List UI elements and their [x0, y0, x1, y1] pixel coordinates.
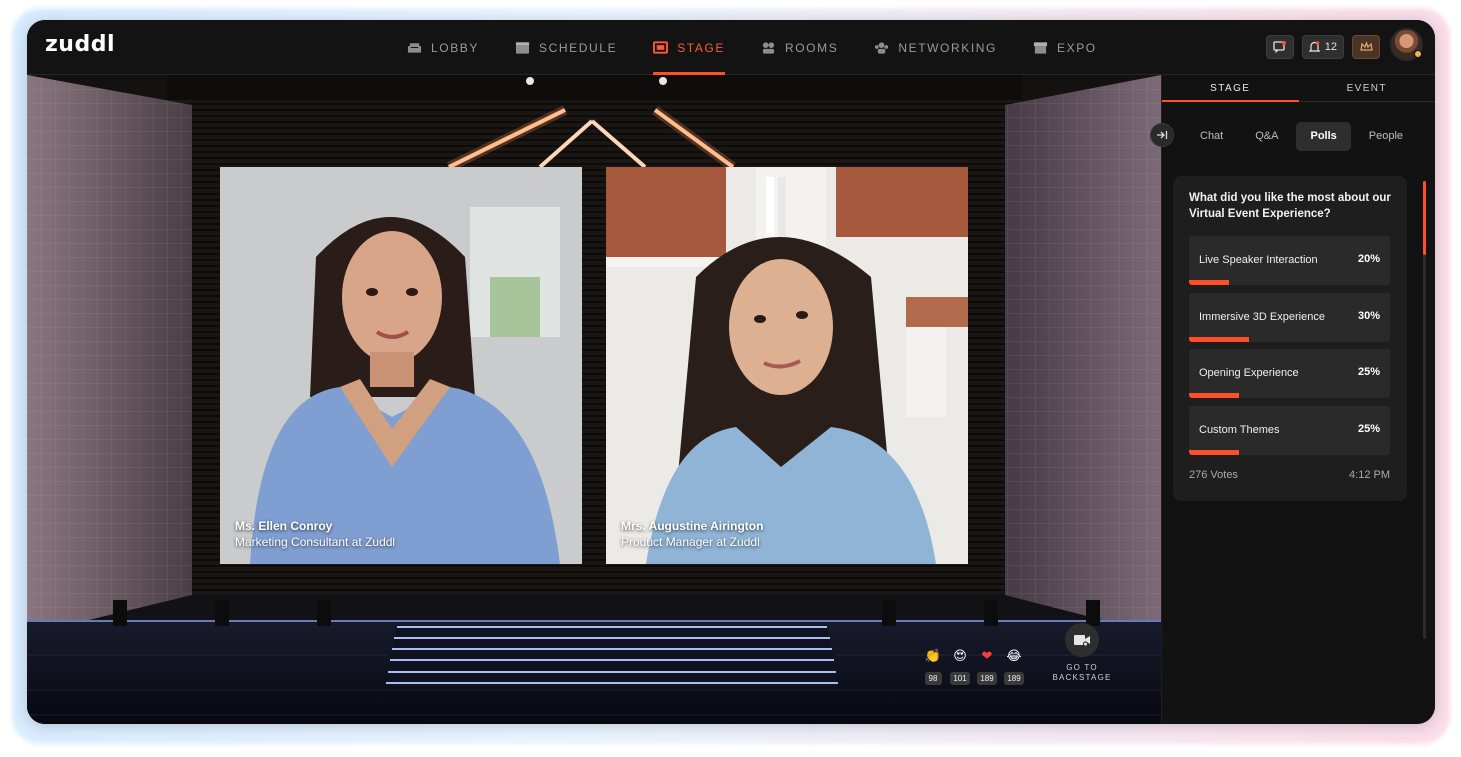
- panel-subtabs: Chat Q&A Polls People: [1186, 122, 1417, 151]
- reaction-count: 189: [1004, 672, 1024, 685]
- poll-option-percent: 25%: [1357, 423, 1380, 435]
- crown-icon: [1359, 41, 1373, 51]
- virtual-stage-backdrop: [27, 75, 1161, 724]
- tab-event[interactable]: EVENT: [1299, 75, 1436, 101]
- stage-icon: [653, 41, 669, 54]
- backstage-label-line1: GO TO: [1066, 663, 1098, 672]
- top-right-actions: 12: [1265, 28, 1423, 61]
- poll-vote-count: 276 Votes: [1189, 469, 1238, 481]
- subtab-qa[interactable]: Q&A: [1241, 122, 1292, 151]
- subtab-chat[interactable]: Chat: [1186, 122, 1237, 151]
- nav-stage-label: STAGE: [677, 40, 725, 55]
- panel-tabs: STAGE EVENT: [1162, 75, 1435, 102]
- poll-option-label: Opening Experience: [1199, 367, 1299, 379]
- heart-eyes-icon: 😍: [953, 649, 967, 664]
- poll-option-percent: 20%: [1357, 253, 1380, 265]
- speaker-caption-2: Mrs. Augustine Airington Product Manager…: [621, 518, 763, 550]
- side-panel: STAGE EVENT Chat Q&A Polls People What d…: [1150, 75, 1435, 724]
- nav-lobby[interactable]: LOBBY: [389, 20, 497, 75]
- poll-option[interactable]: Immersive 3D Experience 30%: [1189, 293, 1390, 342]
- speaker-video-1[interactable]: Ms. Ellen Conroy Marketing Consultant at…: [220, 167, 582, 564]
- app-window: zuddl LOBBY SCHEDULE STAGE ROOMS NETWORK…: [27, 20, 1435, 724]
- backstage-label-line2: BACKSTAGE: [1052, 673, 1112, 682]
- nav-rooms[interactable]: ROOMS: [743, 20, 856, 75]
- panel-scrollbar-thumb[interactable]: [1423, 181, 1426, 255]
- poll-question: What did you like the most about our Vir…: [1189, 192, 1391, 220]
- reaction-laughing[interactable]: 😂 189: [1004, 649, 1024, 685]
- speaker-portrait-1: [220, 167, 582, 564]
- collapse-panel-button[interactable]: [1150, 123, 1174, 147]
- status-dot: [1414, 50, 1422, 58]
- notifications-button[interactable]: 12: [1301, 34, 1344, 59]
- reaction-heart[interactable]: ❤ 189: [977, 649, 997, 685]
- subtab-polls[interactable]: Polls: [1296, 122, 1351, 151]
- speaker-title-2: Product Manager at Zuddl: [621, 535, 760, 549]
- zuddl-logo[interactable]: zuddl: [45, 32, 115, 57]
- reaction-count: 98: [924, 672, 942, 685]
- poll-option-bar: [1189, 393, 1240, 398]
- poll-option-label: Custom Themes: [1199, 424, 1280, 436]
- poll-option[interactable]: Opening Experience 25%: [1189, 349, 1390, 398]
- speaker-caption-1: Ms. Ellen Conroy Marketing Consultant at…: [235, 518, 395, 550]
- bell-icon: [1308, 40, 1320, 52]
- nav-expo[interactable]: EXPO: [1015, 20, 1115, 75]
- sofa-icon: [407, 43, 422, 53]
- speaker-title-1: Marketing Consultant at Zuddl: [235, 535, 396, 549]
- nav-rooms-label: ROOMS: [784, 40, 839, 55]
- laughing-icon: 😂: [1006, 649, 1022, 664]
- message-alert-icon: [1273, 40, 1287, 53]
- nav-expo-label: EXPO: [1057, 40, 1097, 55]
- leaderboard-button[interactable]: [1352, 34, 1380, 59]
- subtab-people[interactable]: People: [1355, 122, 1417, 151]
- panel-scrollbar[interactable]: [1423, 181, 1426, 639]
- backstage-camera-icon: [1065, 623, 1099, 657]
- user-avatar[interactable]: [1390, 28, 1423, 61]
- reaction-count: 101: [950, 672, 970, 685]
- reaction-count: 189: [977, 672, 997, 685]
- notifications-count: 12: [1324, 40, 1337, 53]
- nav-stage[interactable]: STAGE: [635, 20, 743, 75]
- main-nav: LOBBY SCHEDULE STAGE ROOMS NETWORKING EX…: [389, 20, 1115, 75]
- nav-lobby-label: LOBBY: [431, 40, 480, 55]
- speaker-name-1: Ms. Ellen Conroy: [235, 519, 333, 533]
- poll-option-bar: [1189, 280, 1230, 285]
- poll-option-bar: [1189, 337, 1250, 342]
- stage-area: Ms. Ellen Conroy Marketing Consultant at…: [27, 75, 1161, 724]
- collapse-arrow-icon: [1157, 131, 1168, 139]
- networking-icon: [875, 42, 889, 54]
- speaker-name-2: Mrs. Augustine Airington: [621, 519, 764, 533]
- go-to-backstage-button[interactable]: GO TO BACKSTAGE: [1048, 623, 1116, 683]
- nav-schedule-label: SCHEDULE: [539, 40, 618, 55]
- top-bar: zuddl LOBBY SCHEDULE STAGE ROOMS NETWORK…: [27, 20, 1435, 75]
- poll-card: What did you like the most about our Vir…: [1173, 176, 1407, 501]
- poll-option-label: Live Speaker Interaction: [1199, 254, 1318, 266]
- poll-option-percent: 30%: [1357, 310, 1380, 322]
- booth-icon: [1033, 42, 1048, 54]
- poll-option-percent: 25%: [1357, 366, 1380, 378]
- rooms-icon: [762, 42, 775, 54]
- poll-option-bar: [1189, 450, 1240, 455]
- heart-icon: ❤: [981, 649, 993, 664]
- speaker-video-2[interactable]: Mrs. Augustine Airington Product Manager…: [606, 167, 968, 564]
- nav-networking-label: NETWORKING: [898, 40, 997, 55]
- poll-option[interactable]: Live Speaker Interaction 20%: [1189, 236, 1390, 285]
- reaction-heart-eyes[interactable]: 😍 101: [950, 649, 970, 685]
- reaction-clap[interactable]: 👏 98: [924, 650, 942, 685]
- calendar-icon: [515, 42, 530, 54]
- poll-option[interactable]: Custom Themes 25%: [1189, 406, 1390, 455]
- nav-networking[interactable]: NETWORKING: [856, 20, 1015, 75]
- reactions-bar: 👏 98 😍 101 ❤ 189 😂 189: [924, 649, 1024, 685]
- tab-stage[interactable]: STAGE: [1162, 75, 1299, 102]
- poll-option-label: Immersive 3D Experience: [1199, 311, 1325, 323]
- speaker-portrait-2: [606, 167, 968, 564]
- clap-icon: 👏: [924, 649, 942, 664]
- nav-schedule[interactable]: SCHEDULE: [497, 20, 635, 75]
- poll-timestamp: 4:12 PM: [1349, 469, 1390, 481]
- messages-button[interactable]: [1265, 34, 1294, 59]
